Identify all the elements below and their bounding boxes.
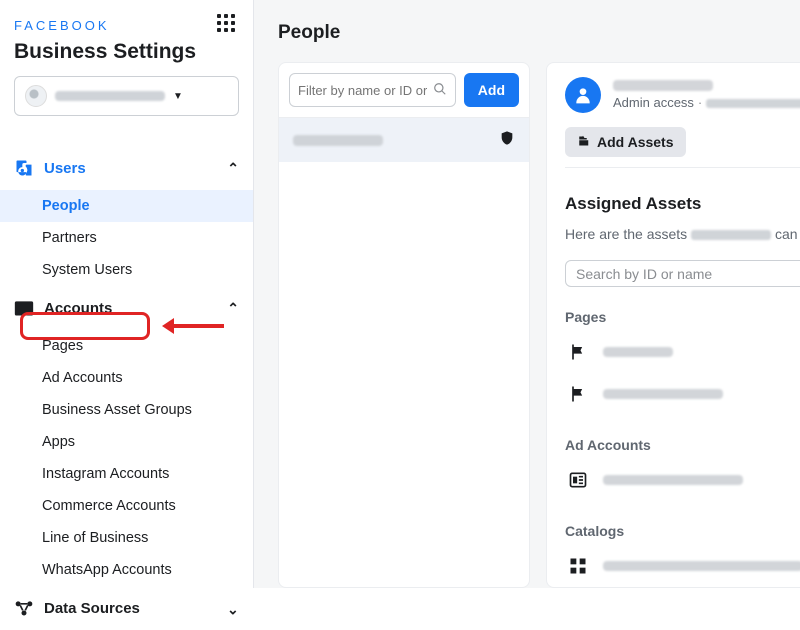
asset-group-catalogs-title: Catalogs (565, 523, 800, 539)
flag-icon (565, 381, 591, 407)
sidebar-item-partners[interactable]: Partners (0, 222, 253, 254)
business-name-blurred (55, 91, 165, 101)
add-assets-label: Add Assets (597, 134, 674, 150)
brand-label: FACEBOOK (14, 18, 110, 33)
business-avatar-icon (25, 85, 47, 107)
sidebar-item-instagram-accounts[interactable]: Instagram Accounts (0, 458, 253, 490)
asset-group-pages-title: Pages (565, 309, 800, 325)
person-name-blurred (293, 135, 383, 146)
avatar (565, 77, 601, 113)
assigned-assets-description: Here are the assets can access. View and… (565, 224, 800, 244)
ad-account-icon (565, 467, 591, 493)
nav-section-users[interactable]: Users ⌃ (0, 146, 253, 190)
asset-search-field[interactable]: Search by ID or name (565, 260, 800, 287)
content-title: People (278, 22, 800, 44)
users-icon (14, 158, 34, 178)
sidebar-item-pages[interactable]: Pages (0, 330, 253, 362)
asset-search-placeholder: Search by ID or name (576, 266, 712, 282)
asset-row[interactable] (565, 459, 800, 501)
sidebar-item-commerce-accounts[interactable]: Commerce Accounts (0, 490, 253, 522)
page-title: Business Settings (14, 40, 239, 64)
search-icon (433, 82, 447, 99)
assigned-assets-title: Assigned Assets (565, 194, 800, 214)
sidebar-item-ad-accounts[interactable]: Ad Accounts (0, 362, 253, 394)
flag-icon (565, 339, 591, 365)
shield-icon (499, 130, 515, 150)
sidebar-nav: Users ⌃ People Partners System Users Acc… (0, 146, 253, 630)
chevron-up-icon: ⌃ (227, 300, 239, 317)
asset-name-blurred (603, 561, 800, 571)
add-assets-button[interactable]: Add Assets (565, 127, 686, 157)
add-person-button[interactable]: Add (464, 73, 519, 107)
chevron-up-icon: ⌃ (227, 160, 239, 177)
nav-section-accounts[interactable]: Accounts ⌃ (0, 286, 253, 330)
asset-group-adaccounts-title: Ad Accounts (565, 437, 800, 453)
asset-name-blurred (603, 347, 673, 357)
person-row-selected[interactable] (279, 118, 529, 162)
chevron-down-icon: ▼ (173, 91, 183, 102)
person-name-blurred (613, 80, 713, 91)
business-selector[interactable]: ▼ (14, 76, 239, 116)
sidebar-item-whatsapp-accounts[interactable]: WhatsApp Accounts (0, 554, 253, 586)
sidebar-item-apps[interactable]: Apps (0, 426, 253, 458)
nav-section-data-sources[interactable]: Data Sources ⌃ (0, 586, 253, 630)
catalog-icon (565, 553, 591, 579)
asset-name-blurred (603, 475, 743, 485)
sidebar-item-business-asset-groups[interactable]: Business Asset Groups (0, 394, 253, 426)
add-assets-icon (577, 135, 589, 150)
main-content: People Add (254, 0, 800, 588)
asset-row[interactable] (565, 331, 800, 373)
person-detail-panel: Admin access· Add Assets Assigned Assets… (546, 62, 800, 588)
nav-section-label: Data Sources (44, 600, 140, 617)
asset-row[interactable] (565, 545, 800, 587)
asset-row[interactable] (565, 373, 800, 415)
asset-name-blurred (603, 389, 723, 399)
data-sources-icon (14, 598, 34, 618)
sidebar-item-system-users[interactable]: System Users (0, 254, 253, 286)
person-role: Admin access· (613, 95, 800, 110)
apps-grid-icon[interactable] (217, 14, 239, 36)
nav-section-label: Accounts (44, 300, 112, 317)
nav-section-label: Users (44, 160, 86, 177)
people-filter-input[interactable] (298, 83, 427, 98)
sidebar-item-line-of-business[interactable]: Line of Business (0, 522, 253, 554)
people-filter-field[interactable] (289, 73, 456, 107)
people-list-panel: Add (278, 62, 530, 588)
accounts-icon (14, 298, 34, 318)
chevron-down-icon: ⌃ (227, 600, 239, 617)
sidebar: FACEBOOK Business Settings ▼ Use (0, 0, 254, 588)
sidebar-item-people[interactable]: People (0, 190, 253, 222)
